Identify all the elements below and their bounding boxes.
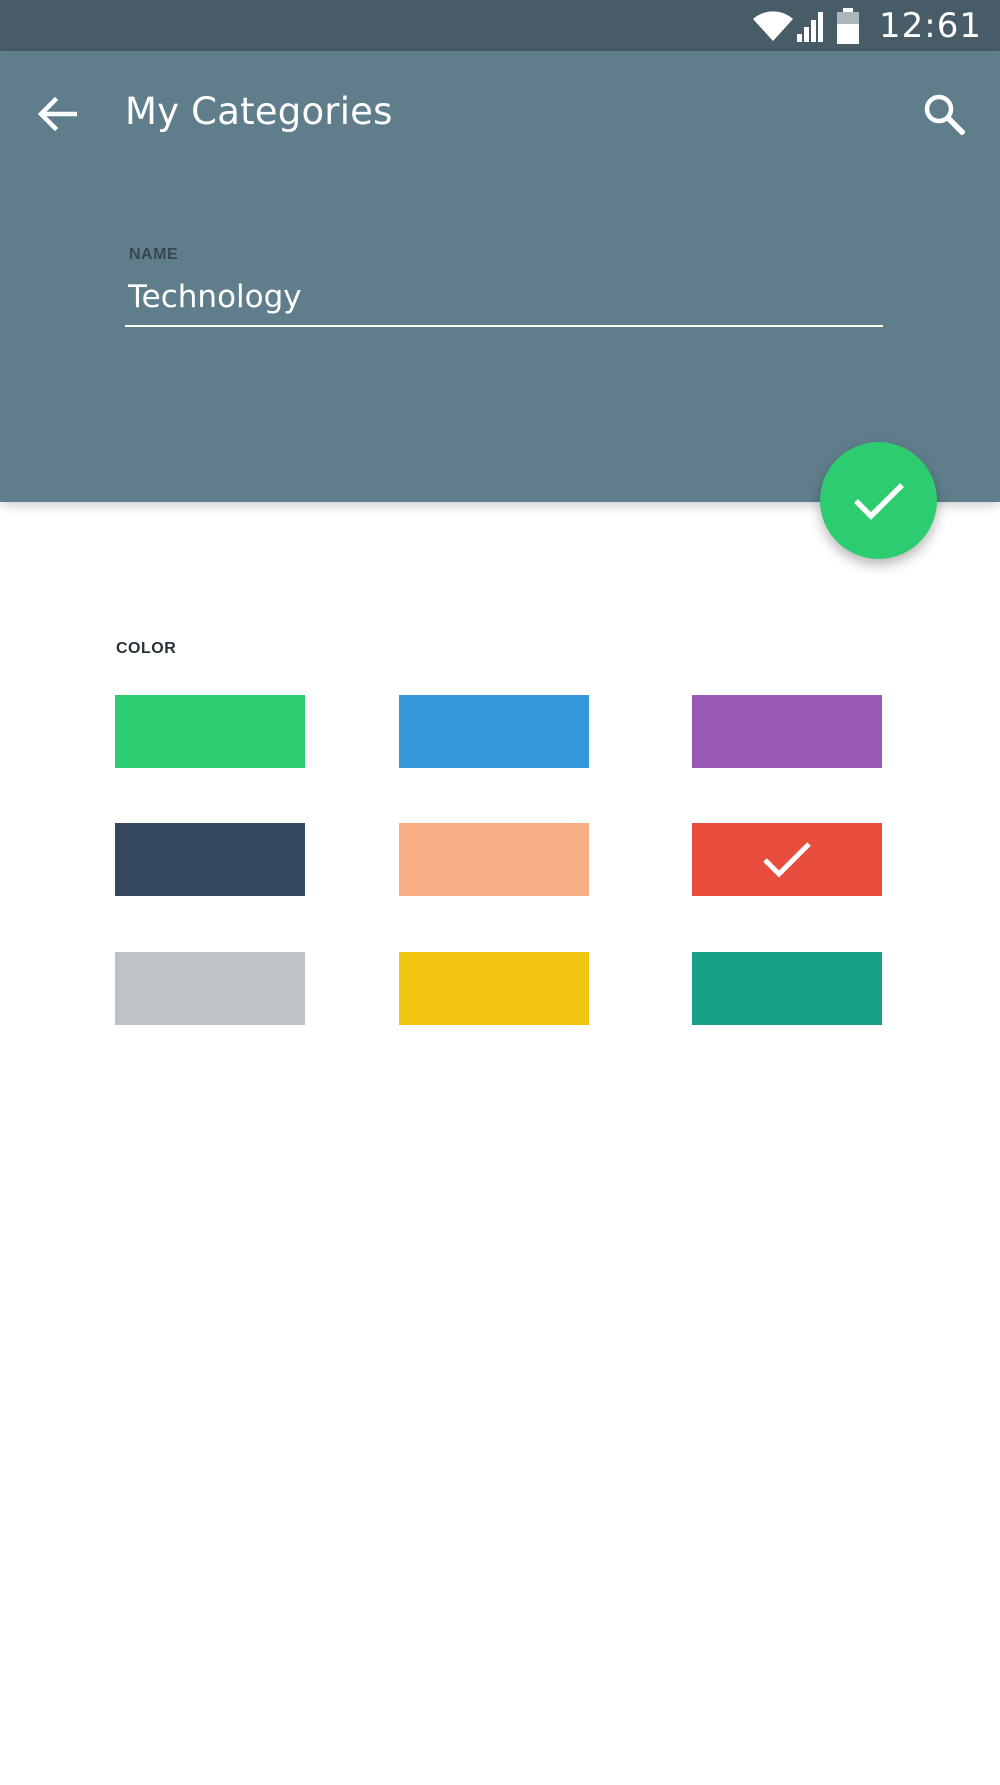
- wifi-icon: [753, 10, 794, 41]
- color-swatch[interactable]: [399, 823, 589, 896]
- check-icon: [853, 482, 904, 520]
- save-fab-button[interactable]: [820, 442, 937, 559]
- check-icon: [763, 841, 811, 878]
- battery-icon: [837, 7, 860, 44]
- status-time: 12:61: [879, 5, 982, 46]
- search-button[interactable]: [918, 88, 970, 140]
- name-field[interactable]: [125, 273, 883, 327]
- status-icons: 12:61: [753, 0, 1000, 51]
- status-bar: 12:61: [0, 0, 1000, 51]
- search-icon: [924, 94, 965, 135]
- color-swatch[interactable]: [399, 952, 589, 1025]
- back-button[interactable]: [32, 89, 82, 139]
- color-swatch[interactable]: [692, 823, 882, 896]
- color-swatch[interactable]: [692, 695, 882, 768]
- color-label: COLOR: [116, 640, 177, 657]
- name-label: NAME: [129, 246, 179, 263]
- color-swatch[interactable]: [115, 952, 305, 1025]
- color-swatch[interactable]: [115, 695, 305, 768]
- app-header: My Categories NAME: [0, 51, 1000, 502]
- color-swatch[interactable]: [115, 823, 305, 896]
- arrow-left-icon: [37, 97, 77, 131]
- page-title: My Categories: [125, 90, 393, 133]
- color-swatch[interactable]: [399, 695, 589, 768]
- cell-signal-icon: [797, 11, 824, 42]
- color-swatch[interactable]: [692, 952, 882, 1025]
